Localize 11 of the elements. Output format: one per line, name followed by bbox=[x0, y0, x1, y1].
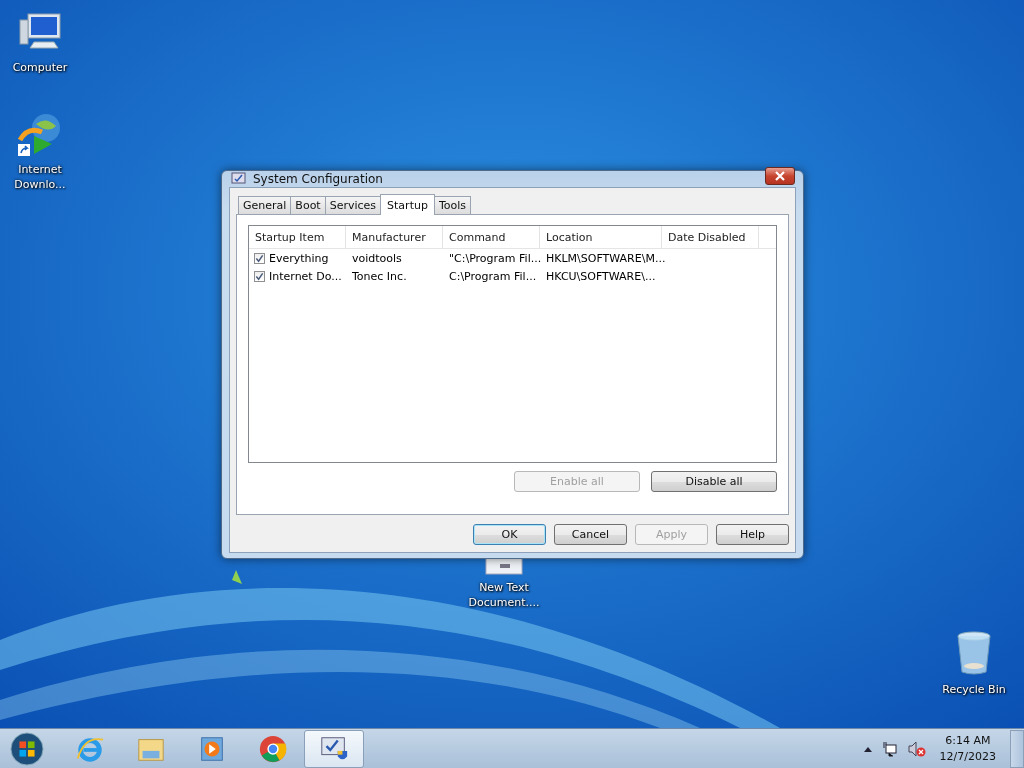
table-cell: Everything bbox=[269, 252, 329, 265]
table-cell: "C:\Program Fil... bbox=[449, 252, 542, 265]
table-cell: C:\Program Fil... bbox=[449, 270, 537, 283]
window-title: System Configuration bbox=[253, 172, 384, 186]
table-cell: Internet Do... bbox=[269, 270, 342, 283]
table-cell: HKLM\SOFTWARE\M... bbox=[546, 252, 666, 265]
table-cell: Tonec Inc. bbox=[352, 270, 407, 283]
table-cell: HKCU\SOFTWARE\... bbox=[546, 270, 656, 283]
clock-date: 12/7/2023 bbox=[939, 748, 996, 765]
clock-time: 6:14 AM bbox=[945, 732, 991, 749]
table-cell: voidtools bbox=[352, 252, 402, 265]
